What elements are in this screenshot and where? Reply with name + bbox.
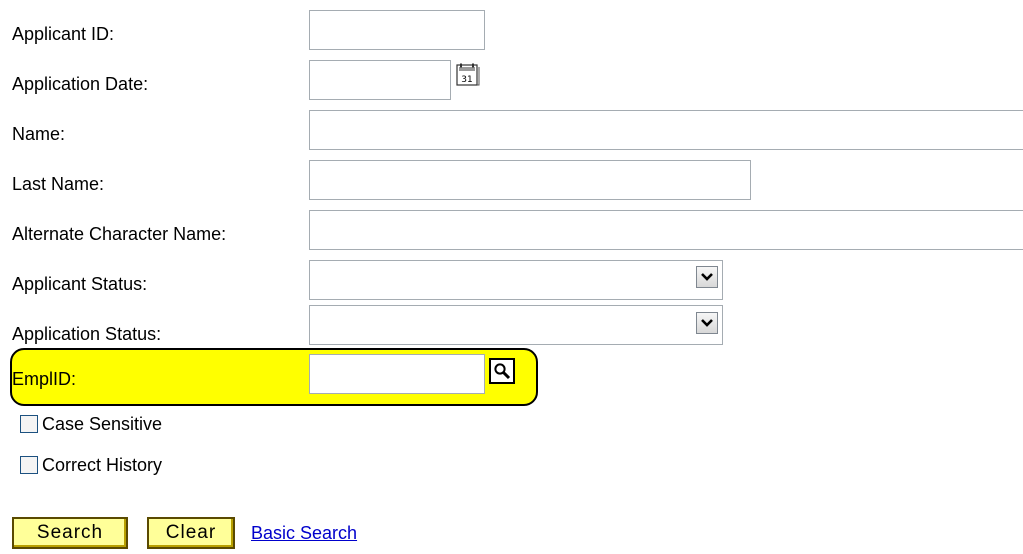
last-name-label: Last Name:: [12, 174, 105, 194]
applicant-id-label: Applicant ID:: [12, 24, 115, 44]
calendar-button[interactable]: 31: [455, 62, 481, 88]
case-sensitive-checkbox[interactable]: [20, 415, 38, 433]
emplid-lookup-button[interactable]: [489, 358, 515, 384]
application-status-dropdown-button[interactable]: [696, 312, 718, 334]
applicant-id-input[interactable]: [309, 10, 485, 50]
basic-search-link[interactable]: Basic Search: [251, 522, 357, 544]
magnifier-icon: [494, 363, 511, 380]
alternate-character-name-label: Alternate Character Name:: [12, 224, 227, 244]
name-label: Name:: [12, 124, 66, 144]
applicant-status-dropdown-button[interactable]: [696, 266, 718, 288]
alternate-character-name-input[interactable]: [309, 210, 1023, 250]
chevron-down-icon: [701, 319, 713, 327]
emplid-input[interactable]: [309, 354, 485, 394]
calendar-icon: 31: [456, 63, 480, 86]
application-date-label: Application Date:: [12, 74, 149, 94]
correct-history-checkbox[interactable]: [20, 456, 38, 474]
name-input[interactable]: [309, 110, 1023, 150]
clear-button[interactable]: Clear: [147, 517, 235, 549]
correct-history-label: Correct History: [42, 455, 163, 475]
application-date-input[interactable]: [309, 60, 451, 100]
application-status-label: Application Status:: [12, 324, 162, 344]
calendar-day-text: 31: [461, 75, 472, 85]
case-sensitive-label: Case Sensitive: [42, 414, 163, 434]
applicant-status-select[interactable]: [309, 260, 723, 300]
chevron-down-icon: [701, 273, 713, 281]
emplid-label: EmplID:: [12, 369, 77, 389]
applicant-status-label: Applicant Status:: [12, 274, 148, 294]
last-name-input[interactable]: [309, 160, 751, 200]
application-status-select[interactable]: [309, 305, 723, 345]
search-button[interactable]: Search: [12, 517, 128, 549]
